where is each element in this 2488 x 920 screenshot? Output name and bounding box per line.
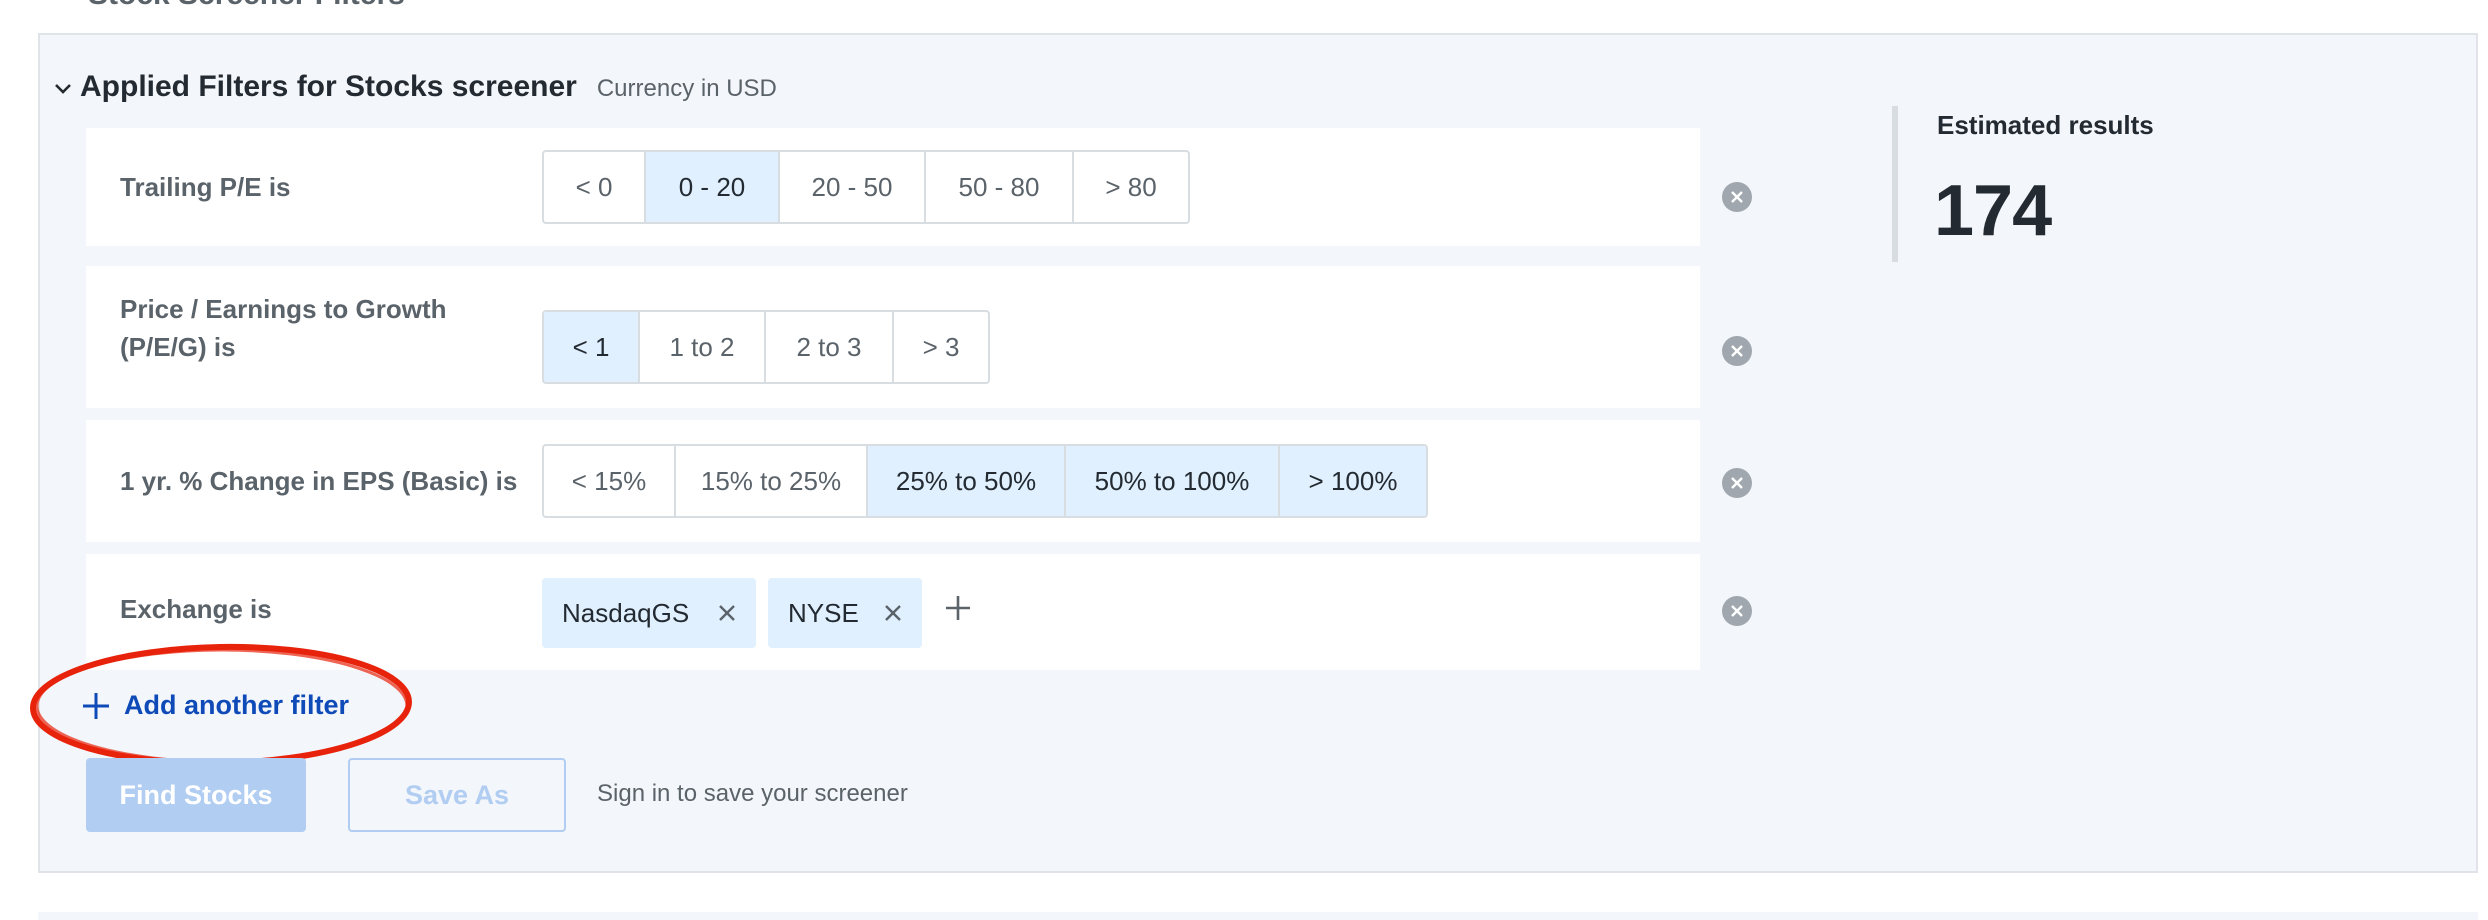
trailing-pe-options: < 0 0 - 20 20 - 50 50 - 80 > 80 bbox=[542, 150, 1190, 224]
filter-row-peg: Price / Earnings to Growth (P/E/G) is < … bbox=[86, 266, 1700, 408]
filter-label: Exchange is bbox=[120, 594, 272, 624]
close-circle-icon bbox=[1731, 477, 1743, 489]
remove-filter-button[interactable] bbox=[1722, 182, 1752, 212]
option-eps-lt-15[interactable]: < 15% bbox=[544, 446, 674, 516]
filter-row-eps-change: 1 yr. % Change in EPS (Basic) is < 15% 1… bbox=[86, 420, 1700, 542]
plus-icon[interactable] bbox=[944, 594, 972, 622]
filters-header[interactable]: Applied Filters for Stocks screener Curr… bbox=[52, 70, 777, 104]
option-pe-gt-80[interactable]: > 80 bbox=[1072, 152, 1188, 222]
exchange-tag-nasdaqgs: NasdaqGS bbox=[542, 578, 756, 648]
tag-label: NasdaqGS bbox=[562, 597, 690, 628]
currency-note: Currency in USD bbox=[596, 75, 777, 102]
option-eps-25-50[interactable]: 25% to 50% bbox=[866, 446, 1064, 516]
option-eps-50-100[interactable]: 50% to 100% bbox=[1064, 446, 1278, 516]
option-pe-0-20[interactable]: 0 - 20 bbox=[644, 152, 778, 222]
filter-label: 1 yr. % Change in EPS (Basic) is bbox=[120, 466, 518, 496]
close-icon[interactable] bbox=[884, 604, 902, 622]
find-stocks-button[interactable]: Find Stocks bbox=[86, 758, 306, 832]
option-pe-50-80[interactable]: 50 - 80 bbox=[924, 152, 1072, 222]
chevron-down-icon[interactable] bbox=[52, 78, 74, 100]
page-heading-cut: Stock Screener Filters bbox=[88, 0, 405, 12]
remove-filter-button[interactable] bbox=[1722, 596, 1752, 626]
close-circle-icon bbox=[1731, 345, 1743, 357]
peg-options: < 1 1 to 2 2 to 3 > 3 bbox=[542, 310, 990, 384]
option-eps-15-25[interactable]: 15% to 25% bbox=[674, 446, 866, 516]
filter-label-line2: (P/E/G) is bbox=[120, 332, 236, 362]
signin-hint: Sign in to save your screener bbox=[597, 780, 908, 807]
filter-label-line1: Price / Earnings to Growth bbox=[120, 294, 447, 324]
next-section-edge bbox=[38, 912, 2478, 920]
option-peg-lt-1[interactable]: < 1 bbox=[544, 312, 638, 382]
option-peg-gt-3[interactable]: > 3 bbox=[892, 312, 988, 382]
option-pe-20-50[interactable]: 20 - 50 bbox=[778, 152, 924, 222]
option-eps-gt-100[interactable]: > 100% bbox=[1278, 446, 1426, 516]
option-pe-lt-0[interactable]: < 0 bbox=[544, 152, 644, 222]
add-filter-label: Add another filter bbox=[124, 690, 350, 720]
close-icon[interactable] bbox=[718, 604, 736, 622]
remove-filter-button[interactable] bbox=[1722, 336, 1752, 366]
results-divider bbox=[1892, 106, 1898, 262]
close-circle-icon bbox=[1731, 605, 1743, 617]
filter-row-trailing-pe: Trailing P/E is < 0 0 - 20 20 - 50 50 - … bbox=[86, 128, 1700, 246]
exchange-tag-nyse: NYSE bbox=[768, 578, 922, 648]
add-filter-link[interactable]: Add another filter bbox=[82, 690, 349, 721]
estimated-results-label: Estimated results bbox=[1937, 110, 2154, 140]
save-as-button[interactable]: Save As bbox=[348, 758, 566, 832]
close-circle-icon bbox=[1731, 191, 1743, 203]
remove-filter-button[interactable] bbox=[1722, 468, 1752, 498]
filter-label: Trailing P/E is bbox=[120, 172, 291, 202]
plus-icon bbox=[83, 692, 109, 719]
filters-title: Applied Filters for Stocks screener bbox=[80, 70, 577, 103]
estimated-results-value: 174 bbox=[1934, 171, 2052, 251]
filter-row-exchange: Exchange is NasdaqGS NYSE bbox=[86, 554, 1700, 670]
option-peg-1-2[interactable]: 1 to 2 bbox=[638, 312, 764, 382]
eps-change-options: < 15% 15% to 25% 25% to 50% 50% to 100% … bbox=[542, 444, 1428, 518]
option-peg-2-3[interactable]: 2 to 3 bbox=[764, 312, 892, 382]
tag-label: NYSE bbox=[788, 597, 859, 628]
